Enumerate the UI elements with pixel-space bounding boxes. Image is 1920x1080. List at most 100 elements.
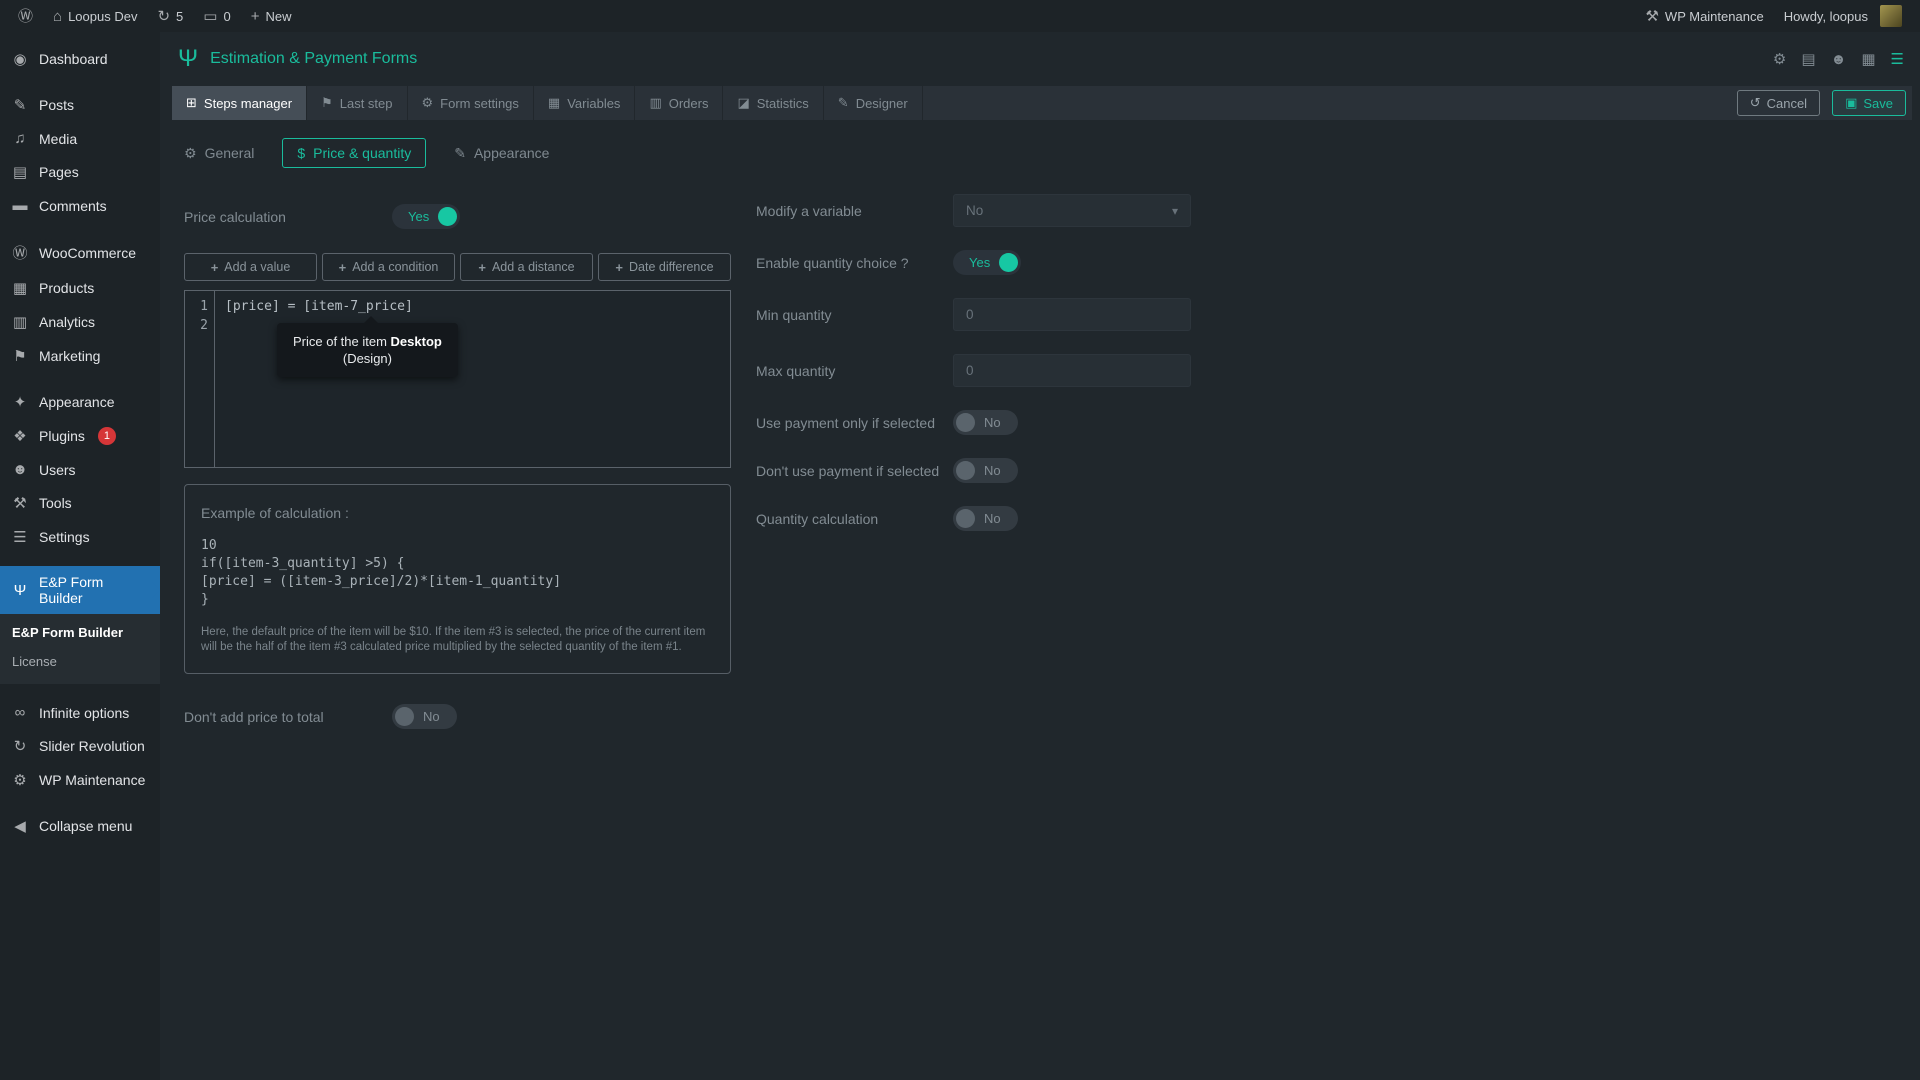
sidebar-item-appearance[interactable]: ✦ Appearance [0,385,160,419]
sidebar-item-slider-revolution[interactable]: ↻ Slider Revolution [0,729,160,763]
sidebar-item-posts[interactable]: ✎ Posts [0,88,160,122]
cancel-button-label: Cancel [1766,95,1808,111]
date-difference-button[interactable]: + Date difference [598,253,731,281]
max-quantity-input[interactable] [953,354,1191,387]
dont-use-payment-toggle[interactable]: No [953,458,1018,483]
sidebar-item-label: Pages [39,164,79,180]
new-content-link[interactable]: + New [241,0,302,32]
sidebar-item-wp-maintenance[interactable]: ⚙ WP Maintenance [0,763,160,797]
use-payment-only-toggle[interactable]: No [953,410,1018,435]
toggle-knob [956,461,975,480]
tab-variables[interactable]: ▦ Variables [534,86,636,120]
line-number: 1 [200,299,208,314]
dont-use-payment-row: Don't use payment if selected No [756,458,1191,483]
modify-variable-select[interactable]: No ▾ [953,194,1191,227]
submenu-item-license[interactable]: License [0,647,160,676]
sidebar-item-label: Infinite options [39,704,130,721]
sidebar-item-products[interactable]: ▦ Products [0,271,160,305]
header-users-icon[interactable]: ☻ [1831,52,1847,67]
wp-maintenance-label: WP Maintenance [1664,8,1764,24]
admin-bar-left: Ⓦ ⌂ Loopus Dev ↻ 5 ▭ 0 + New [8,0,301,32]
sidebar-item-infinite-options[interactable]: ∞ Infinite options [0,696,160,729]
wordpress-menu[interactable]: Ⓦ [8,0,43,32]
save-button-label: Save [1863,95,1893,111]
sidebar-item-tools[interactable]: ⚒ Tools [0,486,160,520]
header-list-icon[interactable]: ☰ [1891,52,1904,67]
sidebar-item-comments[interactable]: ▬ Comments [0,189,160,222]
comments-count: 0 [223,8,231,24]
sidebar-item-marketing[interactable]: ⚑ Marketing [0,339,160,373]
sidebar-item-users[interactable]: ☻ Users [0,453,160,486]
sidebar-item-pages[interactable]: ▤ Pages [0,155,160,189]
tooltip-line-1: Price of the item Desktop [293,333,442,350]
admin-bar: Ⓦ ⌂ Loopus Dev ↻ 5 ▭ 0 + New ⚒ WP Mainte [0,0,1920,32]
sidebar-item-dashboard[interactable]: ◉ Dashboard [0,42,160,76]
dont-add-price-toggle[interactable]: No [392,704,457,729]
modify-variable-label: Modify a variable [756,202,862,219]
add-condition-label: Add a condition [352,260,439,274]
sidebar-item-plugins[interactable]: ❖ Plugins 1 [0,419,160,453]
min-quantity-input[interactable] [953,298,1191,331]
plus-icon: + [338,259,347,275]
formula-buttons-row: + Add a value + Add a condition + Add a … [184,253,731,281]
price-calculation-toggle[interactable]: Yes [392,204,461,229]
dollar-icon: $ [297,145,306,161]
header-calendar-icon[interactable]: ▦ [1861,52,1875,67]
header-forms-icon[interactable]: ▤ [1801,52,1815,67]
submenu-item-ep-form-builder[interactable]: E&P Form Builder [0,618,160,647]
tab-label: Variables [567,95,621,111]
example-title: Example of calculation : [201,505,349,521]
enable-quantity-row: Enable quantity choice ? Yes [756,250,1191,275]
tab-statistics[interactable]: ◪ Statistics [723,86,824,120]
updates-link[interactable]: ↻ 5 [147,0,193,32]
select-value: No [966,203,984,218]
subtab-price-quantity[interactable]: $ Price & quantity [282,138,427,168]
wp-maintenance-link[interactable]: ⚒ WP Maintenance [1635,0,1773,32]
add-value-button[interactable]: + Add a value [184,253,317,281]
enable-quantity-toggle[interactable]: Yes [953,250,1022,275]
editor-code-area[interactable]: [price] = [item-7_price] [215,291,730,467]
new-label: New [265,8,292,24]
comment-bubble-icon: ▭ [203,7,218,25]
sidebar-item-ep-form-builder[interactable]: Ψ E&P Form Builder [0,566,160,614]
plugin-logo-icon: Ψ [178,45,199,72]
sidebar-item-woocommerce[interactable]: Ⓦ WooCommerce [0,234,160,271]
save-button[interactable]: ▣ Save [1832,90,1906,116]
sidebar-item-collapse-menu[interactable]: ◀ Collapse menu [0,809,160,843]
dont-add-price-label: Don't add price to total [184,708,324,725]
account-menu[interactable]: Howdy, loopus [1774,0,1912,32]
header-settings-icon[interactable]: ⚙ [1773,52,1786,67]
quantity-calculation-toggle[interactable]: No [953,506,1018,531]
tab-last-step[interactable]: ⚑ Last step [307,86,408,120]
add-distance-button[interactable]: + Add a distance [460,253,593,281]
settings-icon: ☰ [13,529,27,546]
tab-orders[interactable]: ▥ Orders [635,86,724,120]
tab-designer[interactable]: ✎ Designer [824,86,923,120]
plus-icon: + [615,259,624,275]
cancel-button[interactable]: ↺ Cancel [1736,90,1821,116]
tab-steps-manager[interactable]: ⊞ Steps manager [172,86,308,120]
tooltip-item-name: Desktop [390,334,442,349]
dont-add-price-row: Don't add price to total No [184,704,731,729]
sidebar-item-label: WooCommerce [39,244,136,261]
tab-form-settings[interactable]: ⚙ Form settings [408,86,534,120]
dont-use-payment-label: Don't use payment if selected [756,462,940,479]
toggle-knob [956,413,975,432]
sidebar-item-analytics[interactable]: ▥ Analytics [0,305,160,339]
variables-icon: ▦ [547,95,561,110]
subtab-appearance[interactable]: ✎ Appearance [454,145,549,162]
comments-link[interactable]: ▭ 0 [193,0,240,32]
subtab-general[interactable]: ⚙ General [184,145,254,162]
form-settings-icon: ⚙ [421,95,434,110]
example-box: Example of calculation : 10 if([item-3_q… [184,484,731,674]
add-condition-button[interactable]: + Add a condition [322,253,455,281]
sidebar-item-label: Collapse menu [39,818,133,834]
admin-sidebar: ◉ Dashboard ✎ Posts ♫ Media ▤ Pages ▬ Co… [0,32,160,1080]
max-quantity-label: Max quantity [756,362,836,379]
sidebar-item-settings[interactable]: ☰ Settings [0,520,160,554]
site-name-link[interactable]: ⌂ Loopus Dev [43,0,147,32]
plugin-header: Ψ Estimation & Payment Forms ⚙ ▤ ☻ ▦ ☰ [160,32,1920,86]
toggle-knob [999,253,1019,272]
slider-revolution-icon: ↻ [13,738,27,755]
sidebar-item-media[interactable]: ♫ Media [0,122,160,155]
